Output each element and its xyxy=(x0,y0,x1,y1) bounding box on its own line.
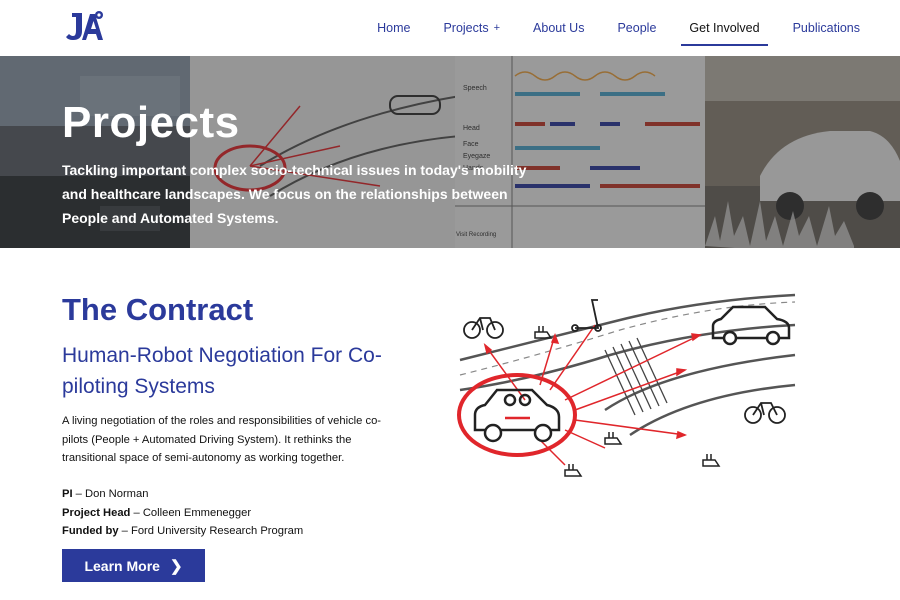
nav-publications[interactable]: Publications xyxy=(793,0,860,56)
pi-value: – Don Norman xyxy=(72,488,149,500)
project-head-label: Project Head xyxy=(62,506,131,519)
project-title: The Contract xyxy=(62,292,254,327)
funded-by-line: Funded by – Ford University Research Pro… xyxy=(62,522,303,541)
learn-more-button[interactable]: Learn More ❯ xyxy=(62,549,205,582)
nav-get-involved[interactable]: Get Involved xyxy=(681,0,768,56)
project-description: A living negotiation of the roles and re… xyxy=(62,415,382,464)
nav-people[interactable]: People xyxy=(617,0,656,56)
project-head-line: Project Head – Colleen Emmenegger xyxy=(62,504,303,523)
pi-label: PI xyxy=(62,488,73,500)
negotiation-illustration xyxy=(457,293,796,477)
nav-projects[interactable]: Projects + xyxy=(443,0,500,56)
nav-home[interactable]: Home xyxy=(377,0,410,56)
pi-line: PI – Don Norman xyxy=(62,485,303,504)
plus-icon: + xyxy=(493,22,501,34)
funded-by-label: Funded by xyxy=(62,525,119,537)
hero-banner: Speech Head Face Eyegaze Hands Visit Rec… xyxy=(0,56,900,248)
project-meta: PI – Don Norman Project Head – Colleen E… xyxy=(62,485,303,541)
chevron-right-icon: ❯ xyxy=(169,557,183,575)
nav-about-us[interactable]: About Us xyxy=(533,0,584,56)
logo[interactable] xyxy=(66,9,106,43)
project-subtitle: Human-Robot Negotiation For Co-piloting … xyxy=(62,344,382,398)
page-title: Projects xyxy=(62,98,240,147)
learn-more-label: Learn More xyxy=(84,557,160,574)
top-nav: Home Projects + About Us People Get Invol… xyxy=(0,0,900,56)
project-head-value: – Colleen Emmenegger xyxy=(130,506,252,519)
hero-description: Tackling important complex socio-technic… xyxy=(62,162,527,226)
funded-by-value: – Ford University Research Program xyxy=(118,525,304,537)
